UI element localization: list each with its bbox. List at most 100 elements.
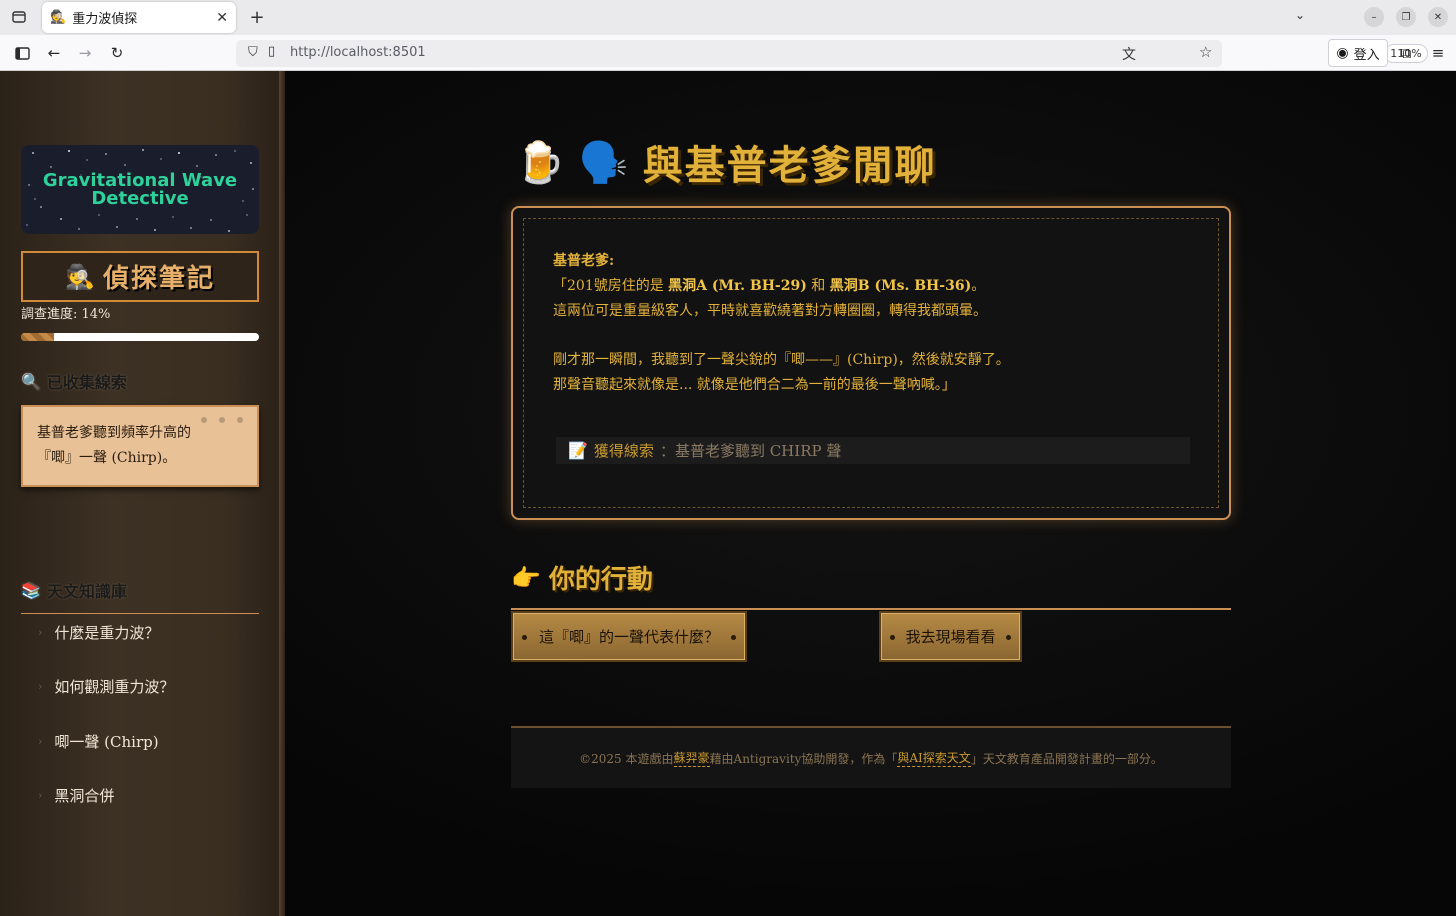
tab-close-icon[interactable]: ✕ (216, 10, 228, 26)
minimize-window-icon[interactable]: – (1364, 7, 1384, 27)
button-label: 我去現場看看 (905, 628, 996, 646)
footer-text: 」天文教育產品開發計畫的一部分。 (970, 751, 1163, 766)
speaker-name: 基普老爹: (553, 253, 615, 269)
close-window-icon[interactable]: ✕ (1428, 7, 1448, 27)
knowledge-item-what-is-gw[interactable]: › 什麼是重力波？ (38, 622, 159, 643)
rivet-decoration (522, 635, 527, 640)
books-icon: 📚 (21, 580, 41, 600)
logo-title-line-1: Gravitational Wave (42, 169, 238, 191)
tab-favicon-icon: 🕵️ (50, 10, 67, 25)
sign-in-button[interactable]: ◉ 登入 (1328, 39, 1388, 67)
reload-icon[interactable]: ↻ (107, 43, 127, 63)
project-link[interactable]: 與AI探索天文 (897, 749, 971, 767)
ask-chirp-meaning-button[interactable]: 這『唧』的一聲代表什麼？ (511, 611, 747, 662)
new-tab-icon[interactable]: + (246, 6, 268, 28)
footer-text: ©2025 本遊戲由 (579, 751, 674, 766)
actions-heading: 👉 你的行動 (511, 559, 653, 596)
dialogue-line-4: 那聲音聽起來就像是... 就像是他們合二為一前的最後一聲吶喊。」 (553, 377, 956, 393)
app-logo: Gravitational Wave Detective (21, 145, 259, 234)
page-info-icon[interactable]: ▯ (268, 44, 275, 59)
rivet-decoration (731, 635, 736, 640)
dialogue-line-2: 這兩位可是重量級客人，平時就喜歡繞著對方轉圈圈，轉得我都頭暈。 (553, 303, 987, 319)
knowledge-item-label: 黑洞合併 (54, 787, 115, 805)
detective-icon: 🕵️ (65, 262, 95, 291)
scene-title-text: 與基普老爹閒聊 (642, 142, 937, 189)
rivet-decoration (890, 635, 895, 640)
dialogue-text: 和 (806, 278, 830, 294)
detective-notebook-title: 🕵️ 偵探筆記 (21, 251, 259, 302)
progress-label: 調查進度: 14% (21, 307, 111, 322)
shield-icon[interactable]: ⛉ (248, 45, 258, 60)
logo-title-line-2: Detective (91, 187, 189, 209)
sidebar-toggle-icon[interactable] (12, 43, 32, 63)
chevron-right-icon: › (38, 626, 43, 639)
button-label: 這『唧』的一聲代表什麼？ (538, 628, 719, 646)
knowledge-item-label: 什麼是重力波？ (54, 624, 160, 642)
notebook-title-text: 偵探筆記 (102, 264, 215, 294)
chevron-right-icon: › (38, 735, 43, 748)
browser-nav-bar: ← → ↻ ⛉ ▯ http://localhost:8501 文 110% ☆… (0, 35, 1456, 71)
sign-in-label: 登入 (1353, 47, 1380, 63)
card-dots-decoration (201, 417, 243, 423)
chevron-right-icon: › (38, 680, 43, 693)
dialogue-text: 「201號房住的是 (553, 278, 669, 294)
clues-heading-text: 已收集線索 (46, 373, 127, 392)
knowledge-heading-text: 天文知識庫 (46, 582, 127, 601)
url-text: http://localhost:8501 (290, 45, 426, 60)
address-bar[interactable]: ⛉ ▯ http://localhost:8501 文 110% ☆ (236, 40, 1428, 67)
knowledge-item-label: 唧一聲 (Chirp) (54, 733, 159, 751)
account-icon: ◉ (1336, 45, 1349, 61)
back-arrow-icon[interactable]: ← (44, 43, 64, 63)
speaking-head-icon: 🗣️ (578, 139, 629, 186)
dialogue-line-3: 剛才那一瞬間，我聽到了一聲尖銳的『唧——』(Chirp)，然後就安靜了。 (553, 352, 1010, 368)
sidebar-edge-divider[interactable] (279, 71, 285, 916)
memo-icon: 📝 (568, 441, 588, 460)
page-footer: ©2025 本遊戲由 蘇羿豪 藉由Antigravity協助開發，作為「 與AI探索天… (511, 726, 1231, 788)
forward-arrow-icon[interactable]: → (75, 43, 95, 63)
knowledge-item-label: 如何觀測重力波？ (54, 678, 175, 696)
browser-tab-active[interactable]: 🕵️ 重力波偵探 ✕ (42, 2, 236, 33)
clue-obtained-value: ：基普老爹聽到 CHIRP 聲 (659, 442, 842, 460)
tab-title: 重力波偵探 (72, 12, 138, 27)
app-page: Gravitational Wave Detective 🕵️ 偵探筆記 調查進… (0, 71, 1456, 916)
knowledge-base-heading: 📚 天文知識庫 (21, 578, 127, 602)
black-hole-a-name: 黑洞A (Mr. BH-29) (668, 278, 807, 294)
clue-text-line-1: 基普老爹聽到頻率升高的 (37, 425, 191, 441)
black-hole-b-name: 黑洞B (Ms. BH-36) (829, 278, 972, 294)
clue-text-line-2: 『唧』一聲 (Chirp)。 (37, 450, 177, 466)
footer-text: 藉由Antigravity協助開發，作為「 (709, 751, 898, 766)
pointing-hand-icon: 👉 (511, 563, 541, 592)
rivet-decoration (1006, 635, 1011, 640)
clue-card: 基普老爹聽到頻率升高的 『唧』一聲 (Chirp)。 (21, 405, 259, 487)
author-link[interactable]: 蘇羿豪 (673, 749, 710, 767)
beer-mug-icon: 🍺 (515, 139, 565, 186)
bookmark-star-icon[interactable]: ☆ (1199, 43, 1212, 61)
clue-obtained-banner: 📝 獲得線索 ：基普老爹聽到 CHIRP 聲 (556, 437, 1190, 464)
dialogue-text: 。 (971, 278, 986, 294)
dialogue-line-1: 「201號房住的是 黑洞A (Mr. BH-29) 和 黑洞B (Ms. BH-… (553, 275, 985, 295)
browser-tab-bar: 🕵️ 重力波偵探 ✕ + ⌄ – ❐ ✕ (0, 0, 1456, 35)
magnifier-icon: 🔍 (21, 371, 41, 391)
knowledge-item-bh-merger[interactable]: › 黑洞合併 (38, 785, 114, 806)
progress-bar-fill (21, 333, 55, 341)
knowledge-divider (21, 613, 259, 614)
tab-list-icon[interactable] (8, 6, 30, 28)
clue-obtained-label: 獲得線索 (593, 442, 654, 460)
actions-divider (511, 608, 1231, 610)
clue-text: 基普老爹聽到頻率升高的 『唧』一聲 (Chirp)。 (37, 421, 243, 471)
translate-icon[interactable]: 文 (1122, 44, 1136, 64)
actions-heading-text: 你的行動 (548, 565, 653, 595)
knowledge-item-chirp[interactable]: › 唧一聲 (Chirp) (38, 731, 159, 752)
knowledge-item-how-to-observe[interactable]: › 如何觀測重力波？ (38, 676, 174, 697)
app-menu-icon[interactable]: ≡ (1428, 43, 1448, 63)
go-to-scene-button[interactable]: 我去現場看看 (879, 611, 1022, 662)
restore-window-icon[interactable]: ❐ (1396, 7, 1416, 27)
sidebar: Gravitational Wave Detective 🕵️ 偵探筆記 調查進… (0, 71, 281, 916)
chevron-right-icon: › (38, 789, 43, 802)
clues-heading: 🔍 已收集線索 (21, 369, 127, 393)
investigation-progress-bar (21, 333, 259, 341)
scene-title: 🍺 🗣️ 與基普老爹閒聊 (515, 133, 937, 191)
dialogue-box: 基普老爹: 「201號房住的是 黑洞A (Mr. BH-29) 和 黑洞B (M… (511, 206, 1231, 520)
extensions-icon[interactable]: ⧉ (1396, 43, 1416, 63)
tab-overflow-chevron-icon[interactable]: ⌄ (1295, 8, 1305, 22)
